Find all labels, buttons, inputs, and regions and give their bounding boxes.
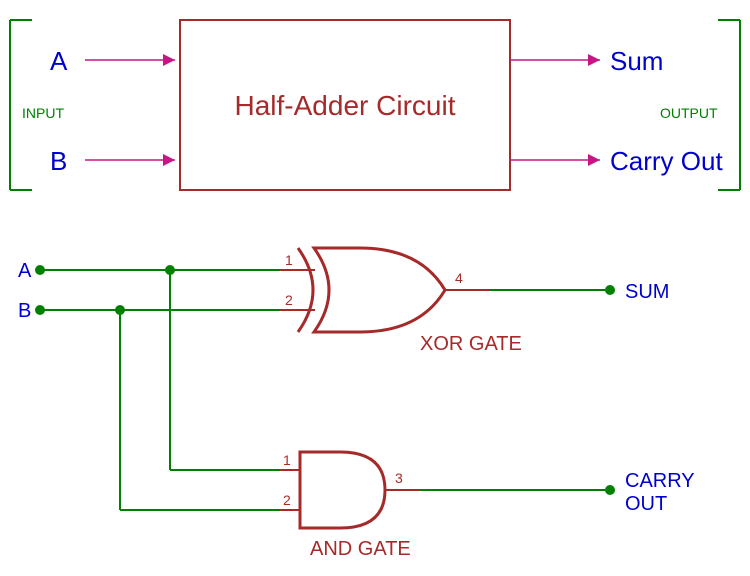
xor-pinout: 4 (455, 270, 463, 286)
input-b-label: B (50, 146, 67, 176)
circuit-input-b: B (18, 300, 31, 322)
arrow-sum-out (510, 54, 600, 66)
output-sum-label: Sum (610, 46, 663, 76)
xor-pin2: 2 (285, 292, 293, 308)
circuit-output-sum: SUM (625, 281, 669, 303)
arrow-a-in (85, 54, 175, 66)
circuit-output-carry-l1: CARRY (625, 470, 695, 492)
block-title: Half-Adder Circuit (235, 90, 456, 121)
terminal-sum (605, 285, 615, 295)
input-section-label: INPUT (22, 105, 64, 121)
xor-gate (298, 248, 445, 332)
circuit-input-a: A (18, 260, 32, 282)
and-pin1: 1 (283, 452, 291, 468)
arrow-carry-out (510, 154, 600, 166)
xor-gate-label: XOR GATE (420, 333, 522, 355)
xor-pin1: 1 (285, 252, 293, 268)
and-gate-label: AND GATE (310, 538, 411, 560)
and-pin2: 2 (283, 492, 291, 508)
circuit-output-carry-l2: OUT (625, 493, 667, 515)
terminal-carry (605, 485, 615, 495)
half-adder-diagram: A B INPUT Half-Adder Circuit Sum Carry O… (0, 0, 750, 576)
and-gate (300, 452, 385, 528)
output-section-label: OUTPUT (660, 105, 718, 121)
output-carry-label: Carry Out (610, 146, 723, 176)
and-pinout: 3 (395, 470, 403, 486)
arrow-b-in (85, 154, 175, 166)
input-a-label: A (50, 46, 68, 76)
